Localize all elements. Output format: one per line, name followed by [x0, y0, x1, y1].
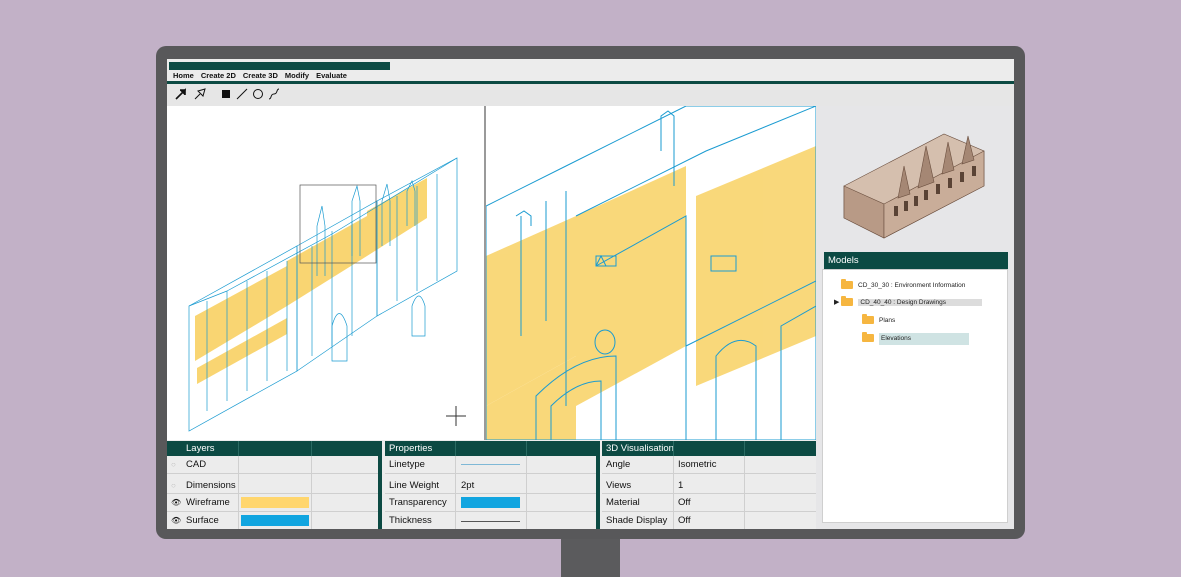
views-value[interactable]: 1	[678, 474, 683, 493]
detail-model-drawing	[486, 106, 816, 440]
folder-icon	[841, 296, 854, 307]
expand-triangle-icon[interactable]: ▶	[834, 299, 839, 306]
property-row-line-weight[interactable]: Line Weight 2pt	[385, 474, 596, 494]
angle-value[interactable]: Isometric	[678, 456, 717, 473]
visibility-on-icon[interactable]: 👁	[171, 498, 181, 507]
thickness-preview[interactable]	[461, 521, 520, 522]
property-row-linetype[interactable]: Linetype	[385, 456, 596, 474]
menu-evaluate[interactable]: Evaluate	[316, 71, 347, 81]
layer-row-cad[interactable]: ○ CAD	[167, 456, 378, 474]
property-row-thickness[interactable]: Thickness	[385, 512, 596, 529]
menu-create-2d[interactable]: Create 2D	[201, 71, 236, 81]
layer-row-surface[interactable]: 👁 Surface	[167, 512, 378, 529]
vis-row-angle[interactable]: Angle Isometric	[602, 456, 816, 474]
monitor-stand	[561, 537, 620, 577]
linetype-preview[interactable]	[461, 464, 520, 465]
menu-bar: Home Create 2D Create 3D Modify Evaluate	[167, 71, 1014, 81]
isometric-model-drawing	[188, 157, 466, 432]
tree-item-elevations[interactable]: Elevations	[862, 332, 969, 345]
vis-row-material[interactable]: Material Off	[602, 494, 816, 512]
folder-icon	[841, 279, 853, 290]
surface-color-swatch[interactable]	[241, 515, 309, 526]
folder-icon	[862, 314, 874, 325]
viewport-detail[interactable]	[486, 106, 816, 440]
circle-icon[interactable]	[251, 87, 265, 101]
rectangle-icon[interactable]	[219, 87, 233, 101]
layer-row-wireframe[interactable]: 👁 Wireframe	[167, 494, 378, 512]
layers-panel-header: Layers	[167, 441, 378, 456]
menu-create-3d[interactable]: Create 3D	[243, 71, 278, 81]
models-panel-title: Models	[824, 252, 1008, 269]
visibility-off-icon[interactable]: ○	[171, 460, 176, 469]
line-icon[interactable]	[235, 87, 249, 101]
properties-panel-header: Properties	[385, 441, 596, 456]
visualisation-title: 3D Visualisation	[606, 443, 674, 454]
layers-title: Layers	[186, 443, 215, 454]
vis-row-shade-display[interactable]: Shade Display Off	[602, 512, 816, 529]
panel-divider	[378, 441, 382, 529]
curve-icon[interactable]	[267, 87, 281, 101]
line-weight-value[interactable]: 2pt	[461, 474, 474, 493]
menu-modify[interactable]: Modify	[285, 71, 309, 81]
panel-divider	[596, 441, 600, 529]
transparency-swatch[interactable]	[461, 497, 520, 508]
folder-icon	[862, 332, 874, 343]
visualisation-panel: 3D Visualisation Angle Isometric Views 1…	[602, 441, 816, 529]
menu-home[interactable]: Home	[173, 71, 194, 81]
material-value[interactable]: Off	[678, 494, 691, 511]
layer-row-dimensions[interactable]: ○ Dimensions	[167, 474, 378, 494]
vis-row-views[interactable]: Views 1	[602, 474, 816, 494]
properties-panel: Properties Linetype Line Weight 2pt Tran…	[385, 441, 596, 529]
model-preview-thumbnail	[843, 133, 985, 239]
wireframe-color-swatch[interactable]	[241, 497, 309, 508]
select-arrow-icon[interactable]	[174, 87, 188, 101]
visualisation-panel-header: 3D Visualisation	[602, 441, 816, 456]
visibility-on-icon[interactable]: 👁	[171, 516, 181, 525]
app-window: Home Create 2D Create 3D Modify Evaluate	[167, 59, 1014, 529]
visibility-off-icon[interactable]: ○	[171, 481, 176, 490]
tree-item-plans[interactable]: Plans	[862, 314, 895, 326]
direct-select-icon[interactable]	[193, 87, 207, 101]
tree-item-design-drawings[interactable]: ▶ CD_40_40 : Design Drawings	[834, 296, 983, 308]
viewport-isometric[interactable]	[167, 106, 484, 440]
tree-item-environment-information[interactable]: CD_30_30 : Environment Information	[841, 279, 965, 291]
title-bar	[169, 62, 390, 70]
layers-panel: Layers ○ CAD ○ Dimensions 👁 Wireframe 👁 …	[167, 441, 378, 529]
toolbar	[167, 84, 1014, 106]
properties-title: Properties	[389, 443, 433, 454]
shade-display-value[interactable]: Off	[678, 512, 691, 529]
property-row-transparency[interactable]: Transparency	[385, 494, 596, 512]
